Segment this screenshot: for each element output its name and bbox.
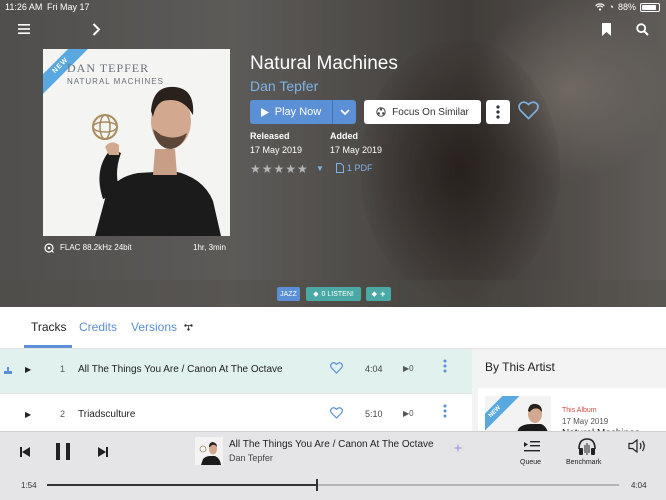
- track-number: 1: [60, 364, 66, 374]
- play-icon: [260, 107, 269, 117]
- thumb-portrait: [199, 442, 221, 465]
- added-date: 17 May 2019: [330, 145, 383, 155]
- active-tab-indicator: [24, 345, 72, 348]
- track-title[interactable]: Triadsculture: [78, 409, 135, 420]
- skip-next-icon[interactable]: [98, 447, 108, 457]
- play-count-value: 0: [409, 409, 414, 418]
- tag-jazz[interactable]: JAZZ: [277, 287, 300, 301]
- benchmark-label[interactable]: Benchmark: [566, 459, 601, 466]
- thumb-portrait: [515, 403, 549, 436]
- versions-icon: [184, 324, 193, 331]
- focus-similar-label: Focus On Similar: [392, 106, 469, 118]
- now-playing-icon: [4, 367, 12, 374]
- rating-stars[interactable]: ★★★★★: [250, 162, 309, 176]
- progress-fill: [47, 484, 316, 486]
- track-duration: 4:04: [365, 364, 383, 374]
- add-tag-label: +: [380, 289, 386, 299]
- tag-listen-label: 0 LISTEN!: [321, 290, 354, 298]
- artist-link[interactable]: Dan Tepfer: [250, 78, 318, 94]
- progress-knob[interactable]: [315, 479, 318, 491]
- battery-level: [642, 4, 657, 10]
- pause-icon[interactable]: [56, 443, 70, 460]
- track-duration: 5:10: [365, 409, 383, 419]
- queue-label[interactable]: Queue: [520, 459, 541, 466]
- tab-credits[interactable]: Credits: [79, 320, 117, 334]
- now-playing-artist[interactable]: Dan Tepfer: [229, 453, 273, 463]
- artist-album-thumb[interactable]: NEW: [485, 396, 551, 436]
- tab-tracks[interactable]: Tracks: [31, 320, 67, 334]
- rating-dropdown-icon[interactable]: ▼: [316, 164, 324, 173]
- search-icon[interactable]: [636, 23, 649, 36]
- play-options-dropdown[interactable]: [332, 100, 356, 124]
- menu-icon[interactable]: [18, 24, 30, 34]
- pdf-link[interactable]: 1 PDF: [336, 163, 373, 173]
- added-label: Added: [330, 131, 358, 141]
- volume-icon[interactable]: [628, 439, 646, 453]
- released-date: 17 May 2019: [250, 145, 303, 155]
- album-cover[interactable]: NEW DAN TEPFER NATURAL MACHINES: [43, 49, 230, 236]
- now-playing-title[interactable]: All The Things You Are / Canon At The Oc…: [229, 439, 434, 450]
- sidebar-title: By This Artist: [485, 360, 555, 374]
- tag-icon: ◆: [371, 291, 378, 298]
- play-icon[interactable]: ▶: [25, 365, 31, 374]
- play-icon[interactable]: ▶: [25, 410, 31, 419]
- play-count: ▶0: [403, 364, 414, 373]
- tag-icon: ◆: [313, 291, 319, 298]
- artist-album-date: 17 May 2019: [562, 417, 609, 426]
- sparkle-icon: [453, 443, 463, 453]
- cover-portrait: [92, 86, 221, 236]
- benchmark-icon[interactable]: [577, 437, 597, 457]
- status-date: Fri May 17: [47, 2, 90, 12]
- queue-icon[interactable]: [524, 440, 540, 454]
- pdf-label: 1 PDF: [347, 163, 373, 173]
- play-now-button[interactable]: Play Now: [250, 100, 356, 124]
- wifi-icon: [594, 3, 605, 11]
- status-time: 11:26 AM: [5, 2, 43, 12]
- heart-icon[interactable]: [330, 362, 343, 374]
- tag-listen[interactable]: ◆ 0 LISTEN!: [306, 287, 361, 301]
- battery-percent: 88%: [617, 2, 636, 12]
- chevron-right-icon[interactable]: [92, 23, 101, 36]
- chevron-down-icon: [339, 109, 350, 115]
- play-count-value: 0: [409, 364, 414, 373]
- album-duration: 1hr, 3min: [193, 243, 226, 252]
- play-now-label: Play Now: [274, 106, 322, 118]
- play-now-main[interactable]: Play Now: [250, 100, 332, 124]
- bookmark-icon[interactable]: [602, 23, 611, 36]
- status-indicators: ◔ 88%: [594, 2, 660, 12]
- audio-format: FLAC 88.2kHz 24bit: [60, 243, 132, 252]
- similar-icon: [376, 107, 386, 117]
- elapsed-time: 1:54: [21, 481, 37, 490]
- more-vertical-icon[interactable]: [486, 100, 510, 124]
- heart-icon[interactable]: [330, 407, 343, 419]
- more-vertical-icon[interactable]: [443, 359, 447, 373]
- track-title[interactable]: All The Things You Are / Canon At The Oc…: [78, 364, 283, 375]
- now-playing-thumb[interactable]: [195, 437, 223, 465]
- skip-previous-icon[interactable]: [20, 447, 30, 457]
- add-tag-button[interactable]: ◆ +: [366, 287, 391, 301]
- tab-versions[interactable]: Versions: [131, 320, 177, 334]
- tag-jazz-label: JAZZ: [280, 290, 297, 298]
- battery-icon: [640, 2, 660, 12]
- more-vertical-icon[interactable]: [443, 404, 447, 418]
- play-count: ▶0: [403, 409, 414, 418]
- total-time: 4:04: [631, 481, 647, 490]
- track-number: 2: [60, 409, 66, 419]
- document-icon: [336, 163, 344, 173]
- track-row[interactable]: ▶ 1 All The Things You Are / Canon At Th…: [0, 349, 472, 393]
- this-album-label: This Album: [562, 407, 597, 414]
- released-label: Released: [250, 131, 290, 141]
- rotation-lock-icon: ◔: [608, 2, 614, 12]
- album-title: Natural Machines: [250, 53, 398, 74]
- format-icon: [44, 243, 54, 253]
- heart-icon[interactable]: [518, 101, 539, 120]
- progress-slider[interactable]: [47, 479, 619, 491]
- focus-similar-button[interactable]: Focus On Similar: [364, 100, 481, 124]
